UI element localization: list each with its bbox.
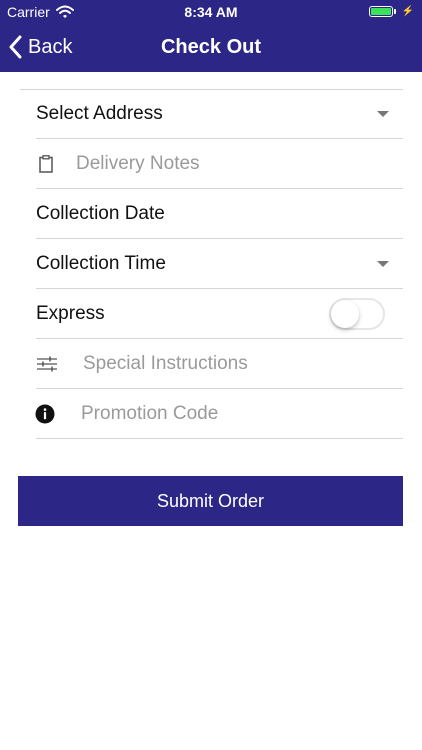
select-address-label: Select Address	[36, 102, 163, 124]
toggle-knob	[331, 300, 359, 328]
info-icon	[34, 403, 56, 425]
clipboard-icon	[35, 153, 57, 175]
express-label: Express	[36, 302, 105, 324]
express-row: Express	[36, 289, 403, 339]
delivery-notes-row	[36, 139, 403, 189]
sliders-icon	[36, 353, 58, 375]
chevron-down-icon	[377, 111, 389, 117]
delivery-notes-input[interactable]	[76, 152, 376, 175]
battery-tip	[393, 9, 396, 14]
submit-order-button[interactable]: Submit Order	[18, 476, 403, 526]
status-bar: Carrier 8:34 AM ⚡	[0, 0, 422, 24]
collection-time-label: Collection Time	[36, 252, 166, 274]
charging-bolt-icon: ⚡	[401, 6, 414, 17]
promotion-code-input[interactable]	[81, 402, 381, 425]
chevron-down-icon	[377, 261, 389, 267]
checkout-screen: Carrier 8:34 AM ⚡ Back Check Out Select …	[0, 0, 422, 750]
header: Carrier 8:34 AM ⚡ Back Check Out	[0, 0, 422, 72]
special-instructions-row	[36, 339, 403, 389]
special-instructions-input[interactable]	[83, 352, 383, 375]
battery-icon	[368, 6, 393, 17]
checkout-form: Select Address Collection Date Collectio…	[20, 89, 403, 439]
battery-indicator: ⚡	[368, 6, 414, 17]
promotion-code-row	[34, 389, 403, 439]
status-time: 8:34 AM	[184, 4, 238, 20]
collection-date-field[interactable]: Collection Date	[36, 189, 403, 239]
collection-date-label: Collection Date	[36, 202, 165, 224]
select-address-dropdown[interactable]: Select Address	[36, 89, 403, 139]
collection-time-dropdown[interactable]: Collection Time	[36, 239, 403, 289]
express-toggle[interactable]	[329, 298, 385, 330]
page-title: Check Out	[160, 36, 262, 58]
nav-bar: Back Check Out	[0, 24, 422, 72]
battery-level	[370, 8, 391, 15]
